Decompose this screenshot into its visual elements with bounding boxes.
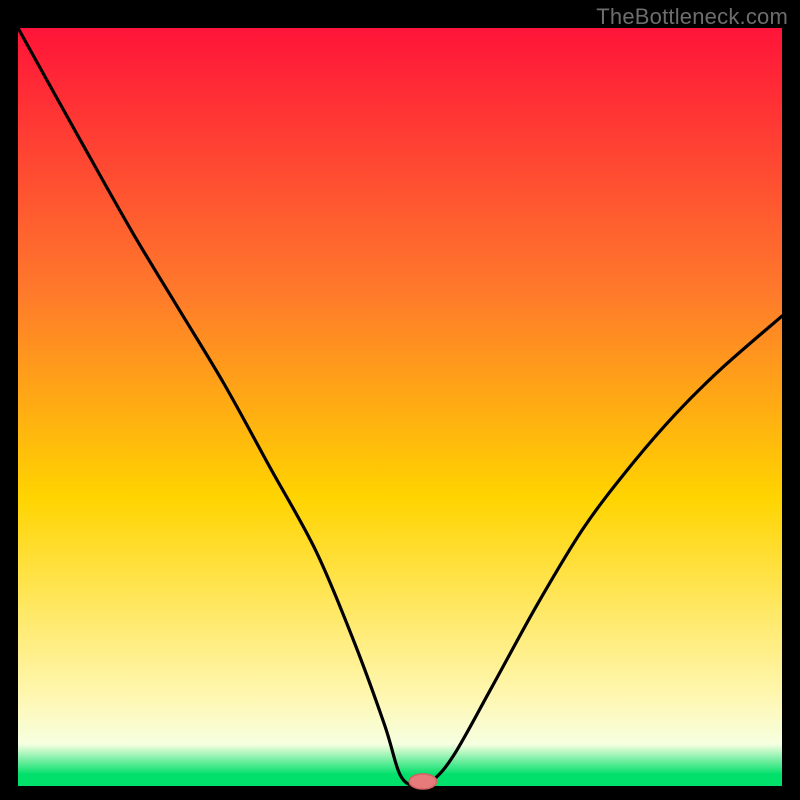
watermark-text: TheBottleneck.com <box>596 4 788 30</box>
plot-background <box>18 28 782 786</box>
chart-svg <box>0 0 800 800</box>
optimum-marker <box>409 774 437 789</box>
chart-stage: TheBottleneck.com <box>0 0 800 800</box>
